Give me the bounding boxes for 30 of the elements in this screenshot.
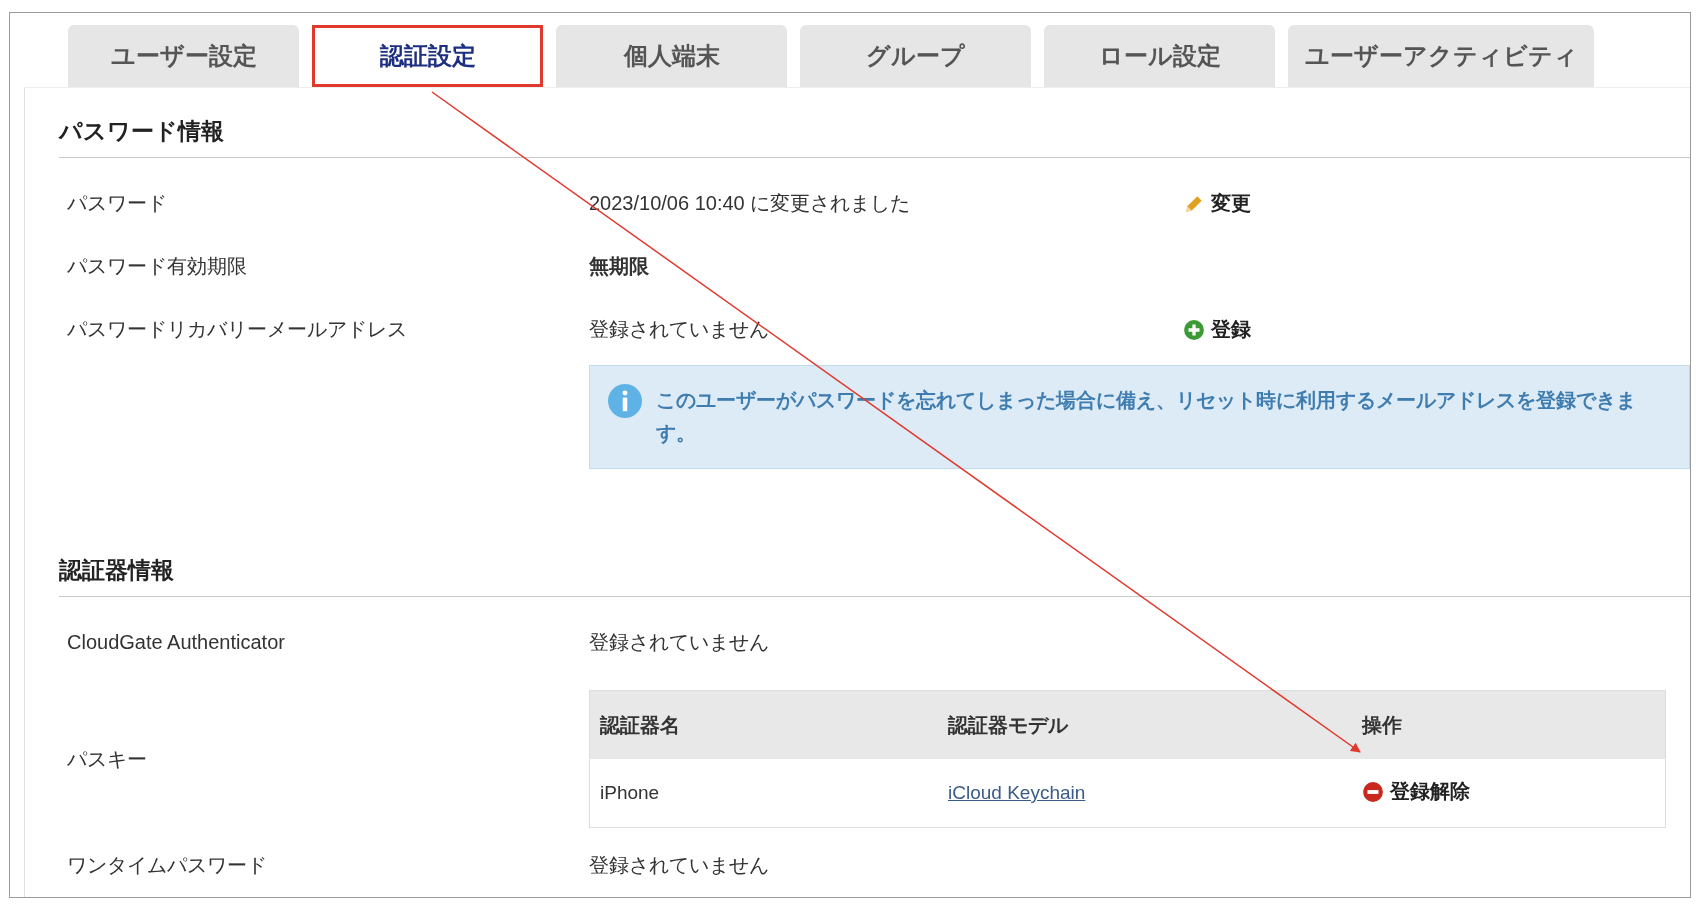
model-link[interactable]: iCloud Keychain	[948, 782, 1086, 803]
field-label: ワンタイムパスワード	[67, 853, 268, 878]
field-value: 2023/10/06 10:40 に変更されました	[589, 191, 912, 216]
action-link[interactable]: 登録解除	[1362, 778, 1470, 806]
section-heading: パスワード情報	[59, 116, 1690, 158]
field-label: CloudGate Authenticator	[67, 631, 286, 654]
table-cell-text: iPhone	[600, 782, 661, 804]
action-link[interactable]: 変更	[1183, 190, 1690, 217]
tab[interactable]: 個人端末	[556, 25, 787, 87]
field-value: 無期限	[589, 254, 650, 279]
field-label: パスワード有効期限	[67, 254, 248, 279]
column-header: 操作	[1362, 712, 1403, 738]
tab[interactable]: ユーザー設定	[68, 25, 299, 87]
info-icon	[608, 384, 642, 418]
tab[interactable]: 認証設定	[312, 25, 543, 87]
column-header: 認証器モデル	[948, 712, 1070, 738]
minus-circle-icon	[1362, 780, 1384, 803]
column-header: 認証器名	[600, 712, 681, 738]
field-value: 登録されていません	[589, 853, 770, 878]
field-label: パスワードリカバリーメールアドレス	[67, 317, 408, 342]
section-heading: 認証器情報	[59, 555, 1690, 597]
field-value: 登録されていません	[589, 630, 770, 655]
field-value: 登録されていません	[589, 317, 770, 342]
tab[interactable]: ユーザーアクティビティ	[1288, 25, 1594, 87]
tab[interactable]: グループ	[800, 25, 1031, 87]
field-label: パスキー	[67, 746, 148, 772]
tab[interactable]: ロール設定	[1044, 25, 1275, 87]
field-label: パスワード	[67, 191, 168, 216]
plus-circle-icon	[1183, 318, 1205, 341]
action-link[interactable]: 登録	[1183, 316, 1690, 343]
